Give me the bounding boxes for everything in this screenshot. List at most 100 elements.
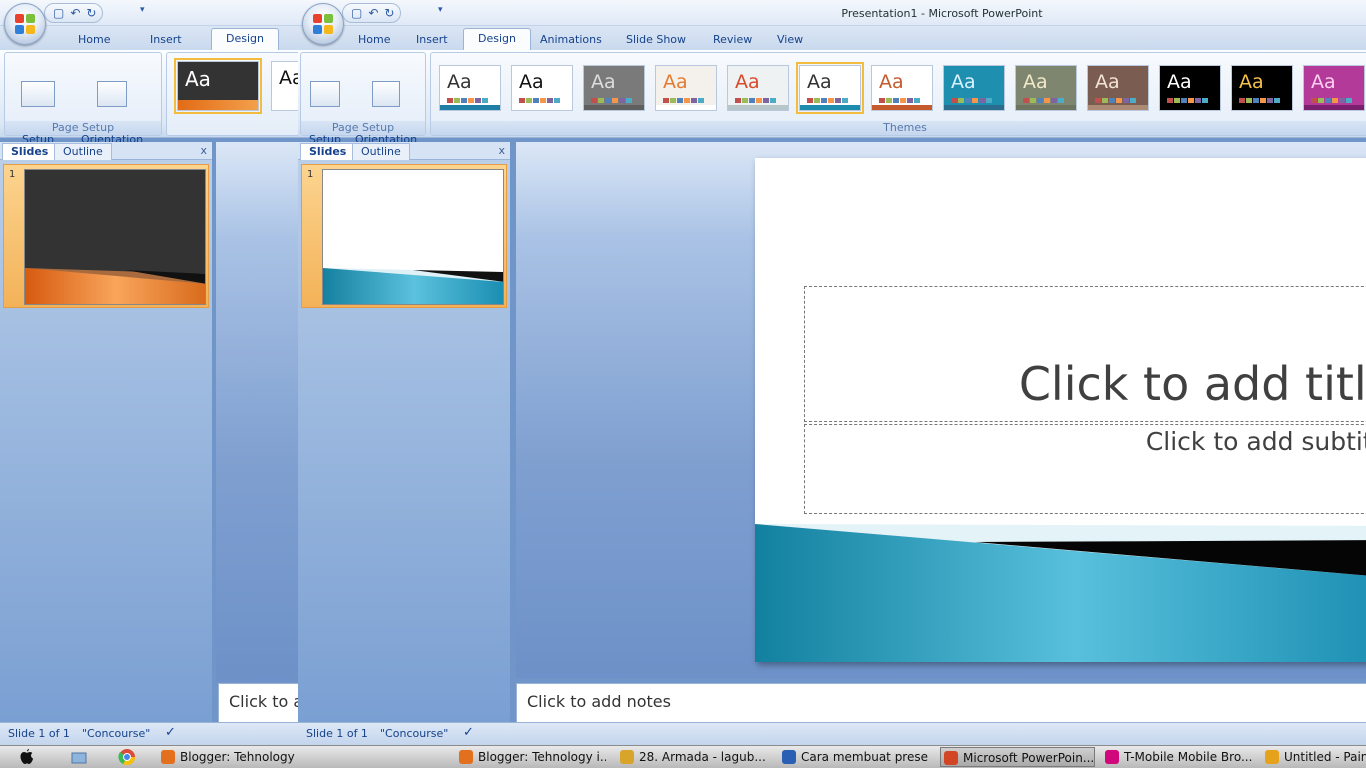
thumbnail-decoration <box>25 268 205 304</box>
page-setup-group-label: Page Setup <box>5 121 161 135</box>
theme-thumbnail[interactable]: Aa <box>655 65 717 111</box>
tab-design[interactable]: Design <box>211 28 279 50</box>
taskbar-app-icon <box>782 750 796 764</box>
slides-tab[interactable]: Slides <box>2 143 58 160</box>
taskbar-item-label: Untitled - Paint <box>1284 750 1366 764</box>
thumbnail-decoration <box>323 268 503 304</box>
outline-tab[interactable]: Outline <box>54 143 112 160</box>
taskbar-item-label: Microsoft PowerPoin... <box>963 751 1095 765</box>
theme-thumbnail[interactable]: Aa <box>439 65 501 111</box>
show-desktop-icon[interactable] <box>70 748 88 766</box>
page-setup-group-label: Page Setup <box>301 121 425 135</box>
theme-sample-text: Aa <box>447 71 472 93</box>
slide-orientation-icon <box>97 81 127 107</box>
theme-thumbnail[interactable]: Aa <box>1087 65 1149 111</box>
theme-thumbnail[interactable]: Aa <box>943 65 1005 111</box>
slides-tab[interactable]: Slides <box>300 143 356 160</box>
page-setup-group: Page Setup Slide Orientation Page Setup <box>4 52 162 146</box>
theme-thumbnail-next[interactable]: Aa <box>271 61 300 111</box>
spell-check-icon[interactable]: ✓ <box>463 725 474 740</box>
theme-color-swatches <box>807 98 848 103</box>
office-button[interactable] <box>4 3 46 45</box>
status-bar: Slide 1 of 1 "Concourse" ✓ <box>298 722 1366 745</box>
close-panel-icon[interactable]: x <box>200 144 207 157</box>
theme-accent-bar <box>512 105 572 110</box>
theme-thumbnail[interactable]: Aa <box>727 65 789 111</box>
taskbar-app-icon <box>161 750 175 764</box>
theme-sample-text: Aa <box>1239 71 1264 93</box>
tab-home[interactable]: Home <box>64 31 124 50</box>
theme-thumbnail[interactable]: Aa <box>511 65 573 111</box>
taskbar-item[interactable]: 28. Armada - lagub... <box>617 747 767 767</box>
slide-thumbnail-selected[interactable]: 1 <box>3 164 209 308</box>
office-logo-icon <box>15 14 35 34</box>
save-icon[interactable]: ▢ <box>351 6 362 20</box>
tab-animations[interactable]: Animations <box>526 31 616 50</box>
slide-thumbnail-image <box>322 169 504 305</box>
slide-number: 1 <box>9 169 16 180</box>
taskbar-item[interactable]: Blogger: Tehnology i... <box>158 747 298 767</box>
taskbar-item[interactable]: Cara membuat prese... <box>779 747 929 767</box>
theme-thumbnail[interactable]: Aa <box>796 62 864 114</box>
undo-icon[interactable]: ↶ <box>368 6 378 20</box>
taskbar-item[interactable]: Microsoft PowerPoin... <box>940 747 1095 767</box>
theme-thumbnail[interactable]: Aa <box>583 65 645 111</box>
theme-thumbnail[interactable]: Aa <box>1015 65 1077 111</box>
theme-name: "Concourse" <box>82 727 151 740</box>
theme-thumbnail[interactable]: Aa <box>1231 65 1293 111</box>
theme-color-swatches <box>879 98 920 103</box>
theme-sample-text: Aa <box>735 71 760 93</box>
taskbar: Blogger: Tehnology i... Blogger: Tehnolog… <box>0 745 1366 768</box>
notes-pane[interactable]: Click to add notes <box>516 683 1366 723</box>
theme-accent-bar <box>1232 105 1292 110</box>
taskbar-item[interactable]: Blogger: Tehnology i... <box>456 747 606 767</box>
notes-pane[interactable]: Click to ac <box>218 683 300 723</box>
theme-accent-bar <box>728 105 788 110</box>
title-placeholder[interactable]: Click to add title <box>804 286 1366 422</box>
close-panel-icon[interactable]: x <box>498 144 505 157</box>
customize-qat-icon[interactable]: ▾ <box>140 5 145 15</box>
theme-accent-bar <box>800 105 860 110</box>
themes-group: Aa Aa Aa Aa Aa Aa Aa Aa Aa Aa Aa Aa Aa Themes <box>430 52 1366 136</box>
theme-sample-text: Aa <box>1095 71 1120 93</box>
office-button[interactable] <box>302 3 344 45</box>
tab-home[interactable]: Home <box>344 31 404 50</box>
tab-insert[interactable]: Insert <box>402 31 462 50</box>
theme-color-swatches <box>447 98 488 103</box>
tab-design[interactable]: Design <box>463 28 531 50</box>
slide-1[interactable]: Click to add title Click to add subtitle <box>755 158 1366 662</box>
taskbar-item[interactable]: T-Mobile Mobile Bro... <box>1102 747 1254 767</box>
theme-accent-bar <box>1304 105 1364 110</box>
tab-insert[interactable]: Insert <box>136 31 196 50</box>
save-icon[interactable]: ▢ <box>53 6 64 20</box>
outline-tab[interactable]: Outline <box>352 143 410 160</box>
tab-slide-show[interactable]: Slide Show <box>612 31 700 50</box>
office-logo-icon <box>313 14 333 34</box>
theme-thumbnail[interactable]: Aa <box>1159 65 1221 111</box>
slide-thumbnail-selected[interactable]: 1 <box>301 164 507 308</box>
tab-review[interactable]: Review <box>699 31 766 50</box>
theme-accent-bar <box>1016 105 1076 110</box>
theme-thumbnail[interactable]: Aa <box>1303 65 1365 111</box>
title-placeholder-text: Click to add title <box>1018 357 1366 411</box>
apple-start-icon[interactable] <box>18 748 36 766</box>
subtitle-placeholder[interactable]: Click to add subtitle <box>804 424 1366 514</box>
taskbar-app-icon <box>944 751 958 765</box>
spell-check-icon[interactable]: ✓ <box>165 725 176 740</box>
theme-thumbnail[interactable]: Aa <box>871 65 933 111</box>
theme-thumbnail-current[interactable]: Aa <box>174 58 262 114</box>
taskbar-item[interactable]: Untitled - Paint <box>1262 747 1366 767</box>
chrome-icon[interactable] <box>118 748 136 766</box>
theme-name: "Concourse" <box>380 727 449 740</box>
subtitle-placeholder-text: Click to add subtitle <box>1145 427 1366 456</box>
theme-color-swatches <box>591 98 632 103</box>
taskbar-app-icon <box>459 750 473 764</box>
slide-canvas: Click to add title Click to add subtitle <box>516 142 1366 678</box>
redo-icon[interactable]: ↻ <box>384 6 394 20</box>
page-setup-icon <box>310 81 340 107</box>
tab-view[interactable]: View <box>763 31 817 50</box>
slide-counter: Slide 1 of 1 <box>8 727 70 740</box>
undo-icon[interactable]: ↶ <box>70 6 80 20</box>
customize-qat-icon[interactable]: ▾ <box>438 5 443 15</box>
redo-icon[interactable]: ↻ <box>86 6 96 20</box>
